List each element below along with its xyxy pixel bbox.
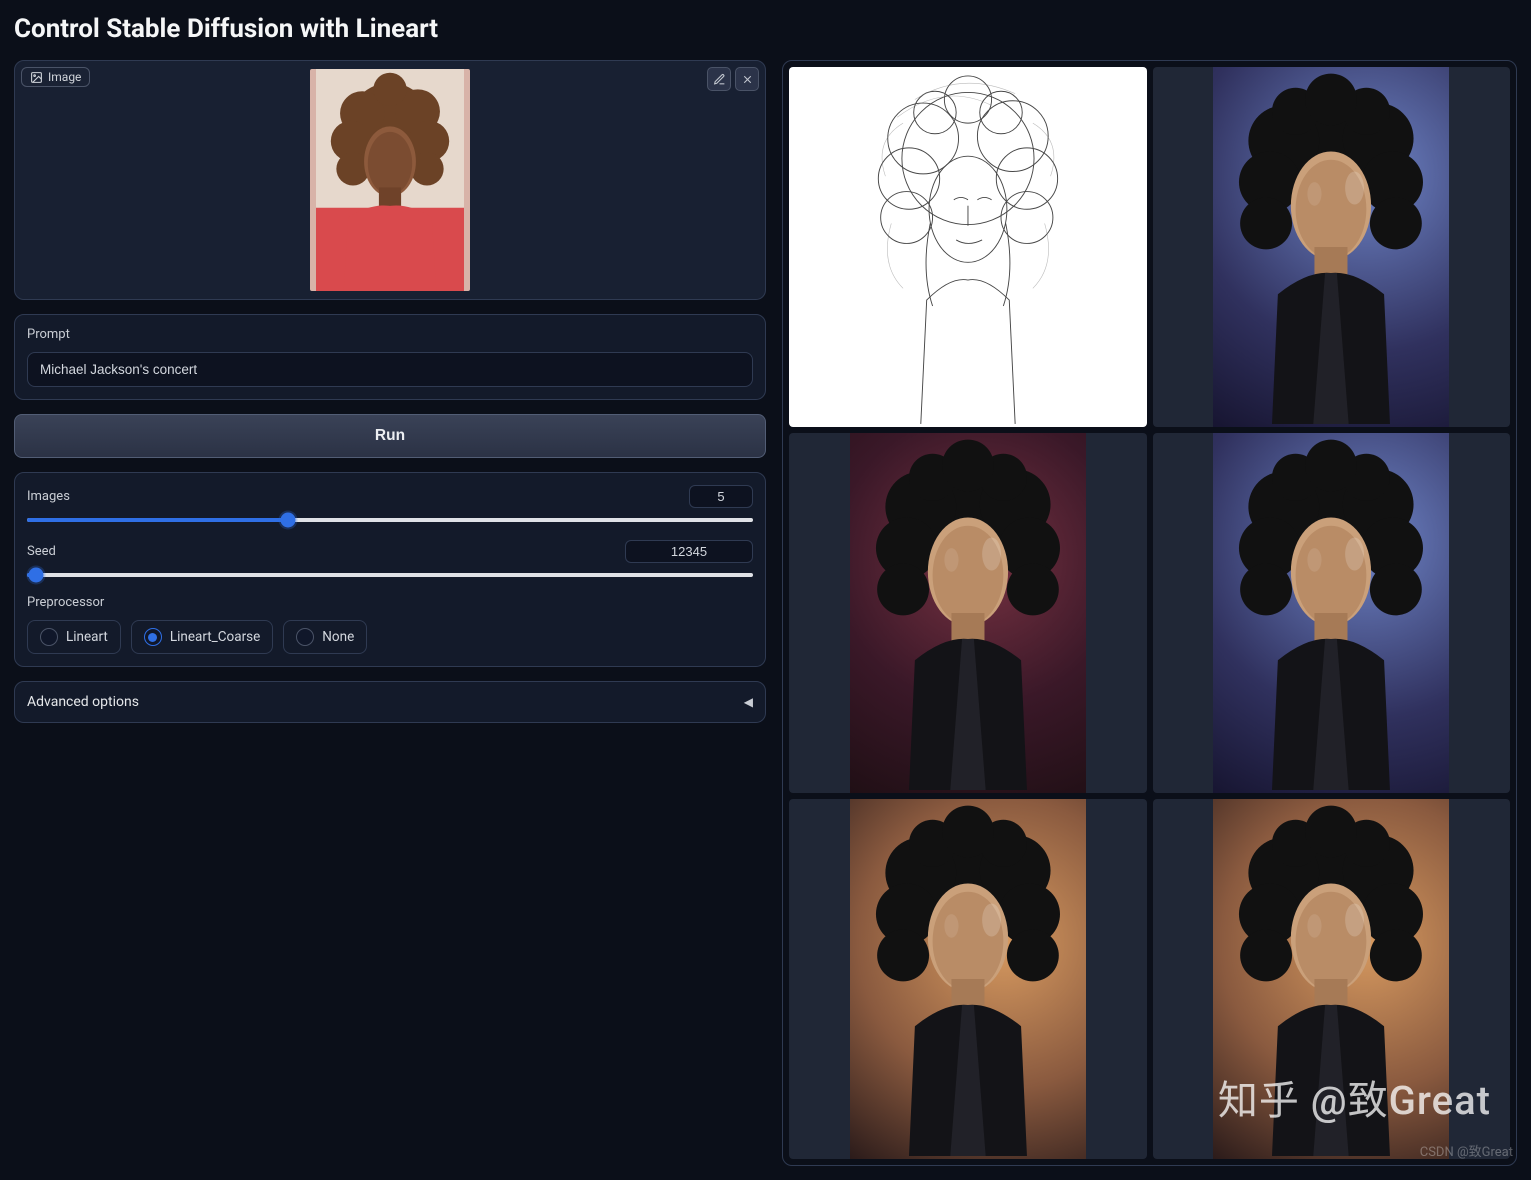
radio-lineart-coarse[interactable]: Lineart_Coarse bbox=[131, 620, 273, 654]
radio-lineart-label: Lineart bbox=[66, 629, 108, 645]
images-slider[interactable] bbox=[27, 518, 753, 522]
prompt-panel: Prompt bbox=[14, 314, 766, 400]
gallery-item[interactable] bbox=[789, 67, 1147, 427]
uploaded-image-preview[interactable] bbox=[310, 69, 470, 291]
seed-value-input[interactable] bbox=[625, 540, 753, 563]
radio-dot-icon bbox=[296, 628, 314, 646]
image-upload-panel[interactable]: Image bbox=[14, 60, 766, 300]
radio-dot-icon bbox=[144, 628, 162, 646]
pencil-icon bbox=[713, 73, 726, 86]
prompt-label: Prompt bbox=[27, 327, 753, 342]
seed-slider[interactable] bbox=[27, 573, 753, 577]
image-label-tag: Image bbox=[21, 67, 90, 87]
images-label: Images bbox=[27, 489, 70, 504]
radio-lineart-coarse-label: Lineart_Coarse bbox=[170, 629, 260, 645]
gallery-item[interactable] bbox=[789, 433, 1147, 793]
radio-none-label: None bbox=[322, 629, 354, 645]
edit-image-button[interactable] bbox=[707, 67, 731, 91]
output-gallery bbox=[782, 60, 1517, 1166]
gallery-item[interactable] bbox=[1153, 67, 1511, 427]
images-value-input[interactable] bbox=[689, 485, 753, 508]
gallery-column bbox=[782, 60, 1517, 1166]
image-icon bbox=[30, 71, 43, 84]
gallery-item[interactable] bbox=[1153, 433, 1511, 793]
run-button[interactable]: Run bbox=[14, 414, 766, 458]
seed-label: Seed bbox=[27, 544, 56, 559]
preprocessor-group: Preprocessor Lineart Lineart_Coarse None bbox=[27, 595, 753, 654]
clear-image-button[interactable] bbox=[735, 67, 759, 91]
seed-slider-group: Seed bbox=[27, 540, 753, 577]
parameters-panel: Images Seed Preprocesso bbox=[14, 472, 766, 667]
controls-column: Image Prompt Run Images bbox=[14, 60, 766, 1166]
collapse-arrow-icon: ◀ bbox=[744, 695, 753, 709]
preprocessor-label: Preprocessor bbox=[27, 595, 753, 610]
page-title: Control Stable Diffusion with Lineart bbox=[14, 14, 1517, 44]
advanced-options-accordion[interactable]: Advanced options ◀ bbox=[14, 681, 766, 723]
close-icon bbox=[741, 73, 754, 86]
gallery-item[interactable] bbox=[789, 799, 1147, 1159]
gallery-item[interactable] bbox=[1153, 799, 1511, 1159]
radio-none[interactable]: None bbox=[283, 620, 367, 654]
prompt-input[interactable] bbox=[27, 352, 753, 387]
advanced-options-label: Advanced options bbox=[27, 694, 139, 710]
radio-dot-icon bbox=[40, 628, 58, 646]
images-slider-group: Images bbox=[27, 485, 753, 522]
radio-lineart[interactable]: Lineart bbox=[27, 620, 121, 654]
image-label-text: Image bbox=[48, 70, 81, 84]
